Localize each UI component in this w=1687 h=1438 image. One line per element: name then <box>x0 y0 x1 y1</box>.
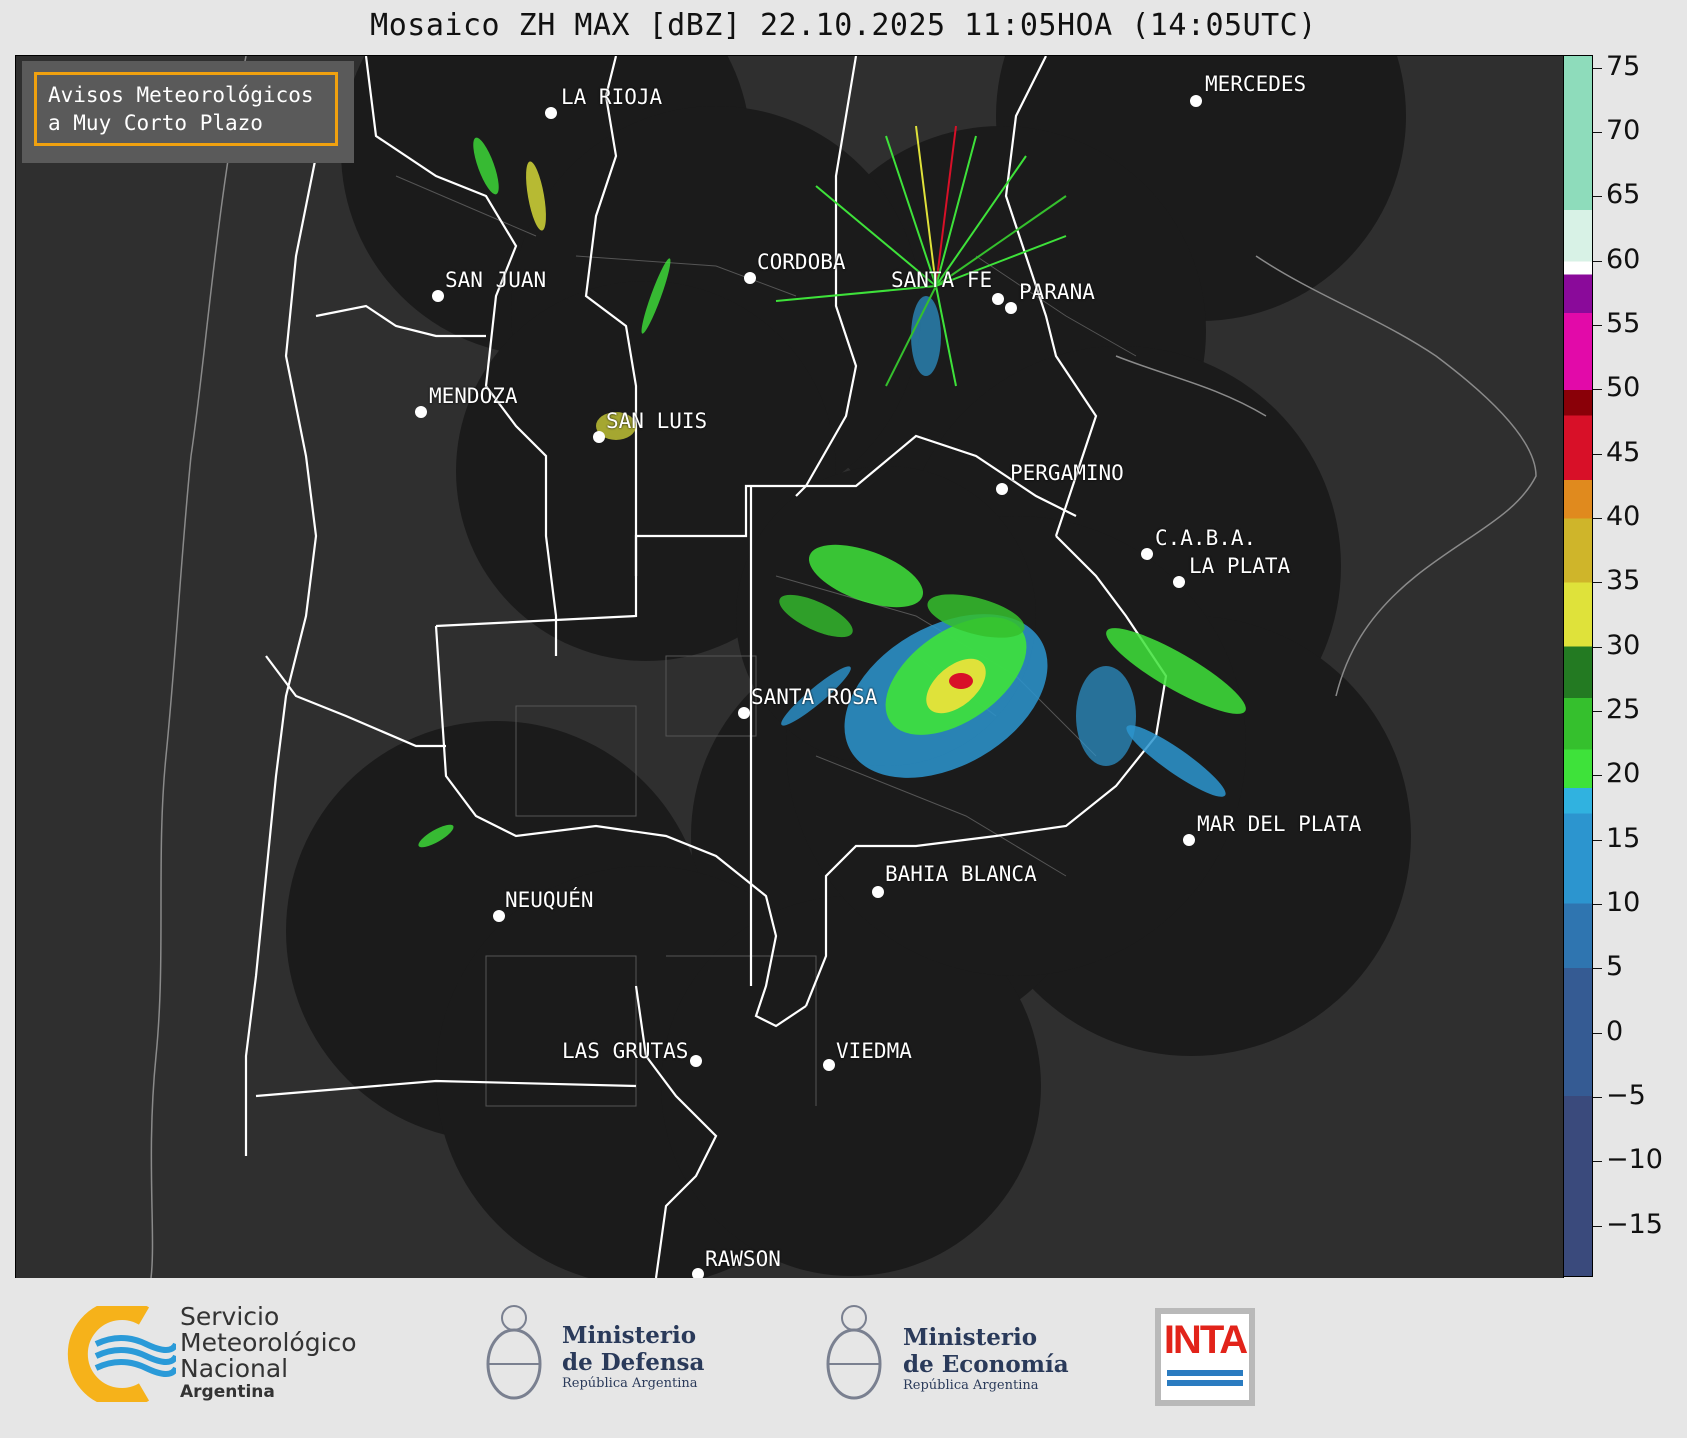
colorbar-tick-label: 45 <box>1606 436 1641 468</box>
city-la-plata: LA PLATA <box>1189 554 1291 578</box>
city-dot <box>1183 834 1195 846</box>
colorbar-tick-label: 30 <box>1606 629 1641 661</box>
defensa-line2: de Defensa <box>562 1349 705 1376</box>
smn-name: Servicio Meteorológico Nacional Argentin… <box>180 1302 357 1403</box>
city-cordoba: CORDOBA <box>757 250 846 274</box>
city-dot <box>493 910 505 922</box>
colorbar-tick <box>1593 196 1602 198</box>
avisos-line1: Avisos Meteorológicos <box>48 83 314 107</box>
colorbar-tick <box>1593 325 1602 327</box>
city-dot <box>996 483 1008 495</box>
avisos-line2: a Muy Corto Plazo <box>48 111 263 135</box>
city-dot <box>992 293 1004 305</box>
city-viedma: VIEDMA <box>836 1039 912 1063</box>
economia-name: Ministerio de Economía República Argenti… <box>903 1324 1069 1393</box>
colorbar-tick <box>1593 1032 1602 1034</box>
city-dot <box>1005 302 1017 314</box>
economia-line3: República Argentina <box>903 1378 1039 1393</box>
city-pergamino: PERGAMINO <box>1010 461 1124 485</box>
city-la-rioja: LA RIOJA <box>561 85 663 109</box>
colorbar-tick-label: 70 <box>1606 115 1641 147</box>
colorbar-tick-label: 10 <box>1606 886 1641 918</box>
colorbar-tick-label: −5 <box>1606 1079 1646 1111</box>
city-las-grutas: LAS GRUTAS <box>562 1039 689 1063</box>
colorbar-tick <box>1593 903 1602 905</box>
economia-line1: Ministerio <box>903 1324 1038 1351</box>
colorbar-tick <box>1593 775 1602 777</box>
colorbar-tick <box>1593 389 1602 391</box>
city-rawson: RAWSON <box>705 1247 781 1271</box>
colorbar-tick-label: 50 <box>1606 372 1641 404</box>
dbz-colorbar <box>1563 55 1593 1277</box>
avisos-link[interactable]: Avisos Meteorológicos a Muy Corto Plazo <box>34 72 338 146</box>
colorbar-tick <box>1593 1161 1602 1163</box>
city-parana: PARANA <box>1019 280 1095 304</box>
colorbar-tick-label: 15 <box>1606 822 1641 854</box>
map-title: Mosaico ZH MAX [dBZ] 22.10.2025 11:05HOA… <box>370 8 1317 43</box>
smn-line4: Argentina <box>180 1382 275 1402</box>
city-dot <box>1141 548 1153 560</box>
colorbar-tick <box>1593 132 1602 134</box>
city-dot <box>1173 576 1185 588</box>
economia-line2: de Economía <box>903 1351 1069 1378</box>
city-caba: C.A.B.A. <box>1155 526 1257 550</box>
colorbar-tick-label: 0 <box>1606 1015 1624 1047</box>
city-dot <box>1190 95 1202 107</box>
colorbar-tick-label: 35 <box>1606 565 1641 597</box>
defensa-line1: Ministerio <box>562 1322 697 1349</box>
city-dot <box>432 290 444 302</box>
city-neuquen: NEUQUÉN <box>505 888 594 912</box>
colorbar-tick-label: −15 <box>1606 1208 1663 1240</box>
colorbar-tick <box>1593 1096 1602 1098</box>
city-dot <box>744 272 756 284</box>
city-santa-fe: SANTA FE <box>891 268 993 292</box>
escudo-defensa-icon <box>486 1305 542 1400</box>
city-dot <box>593 431 605 443</box>
city-dot <box>823 1059 835 1071</box>
colorbar-tick <box>1593 839 1602 841</box>
colorbar-tick-label: −10 <box>1606 1144 1663 1176</box>
colorbar-tick-label: 5 <box>1606 951 1624 983</box>
colorbar-tick <box>1593 260 1602 262</box>
colorbar-tick <box>1593 646 1602 648</box>
city-santa-rosa: SANTA ROSA <box>751 685 878 709</box>
colorbar-tick <box>1593 711 1602 713</box>
colorbar-tick-label: 65 <box>1606 179 1641 211</box>
smn-line2: Meteorológico <box>180 1328 357 1357</box>
city-san-luis: SAN LUIS <box>606 409 708 433</box>
city-dot <box>738 707 750 719</box>
colorbar-tick <box>1593 67 1602 69</box>
smn-line1: Servicio <box>180 1302 280 1331</box>
colorbar-tick-label: 75 <box>1606 50 1641 82</box>
city-dot <box>545 107 557 119</box>
colorbar-tick-label: 20 <box>1606 758 1641 790</box>
radar-map[interactable] <box>15 55 1564 1279</box>
colorbar-tick <box>1593 582 1602 584</box>
city-mendoza: MENDOZA <box>429 384 518 408</box>
smn-logo-icon <box>67 1306 176 1402</box>
colorbar-tick <box>1593 518 1602 520</box>
city-mar-del-plata: MAR DEL PLATA <box>1197 812 1362 836</box>
city-dot <box>690 1055 702 1067</box>
colorbar-tick-label: 25 <box>1606 694 1641 726</box>
colorbar-tick <box>1593 968 1602 970</box>
colorbar-tick <box>1593 453 1602 455</box>
inta-text: INTA <box>1163 1318 1248 1362</box>
colorbar-tick-label: 55 <box>1606 308 1641 340</box>
city-bahia-blanca: BAHIA BLANCA <box>885 862 1037 886</box>
inta-logo: INTA <box>1155 1308 1255 1406</box>
city-dot <box>415 406 427 418</box>
colorbar-tick <box>1593 1225 1602 1227</box>
map-canvas <box>150 56 1537 1278</box>
smn-line3: Nacional <box>180 1354 289 1383</box>
escudo-economia-icon <box>826 1305 882 1400</box>
footer: Servicio Meteorológico Nacional Argentin… <box>0 1278 1687 1438</box>
city-mercedes: MERCEDES <box>1205 72 1307 96</box>
colorbar-tick-label: 60 <box>1606 243 1641 275</box>
colorbar-tick-label: 40 <box>1606 501 1641 533</box>
defensa-name: Ministerio de Defensa República Argentin… <box>562 1322 704 1391</box>
city-dot <box>872 886 884 898</box>
defensa-line3: República Argentina <box>562 1376 698 1391</box>
city-san-juan: SAN JUAN <box>445 268 547 292</box>
